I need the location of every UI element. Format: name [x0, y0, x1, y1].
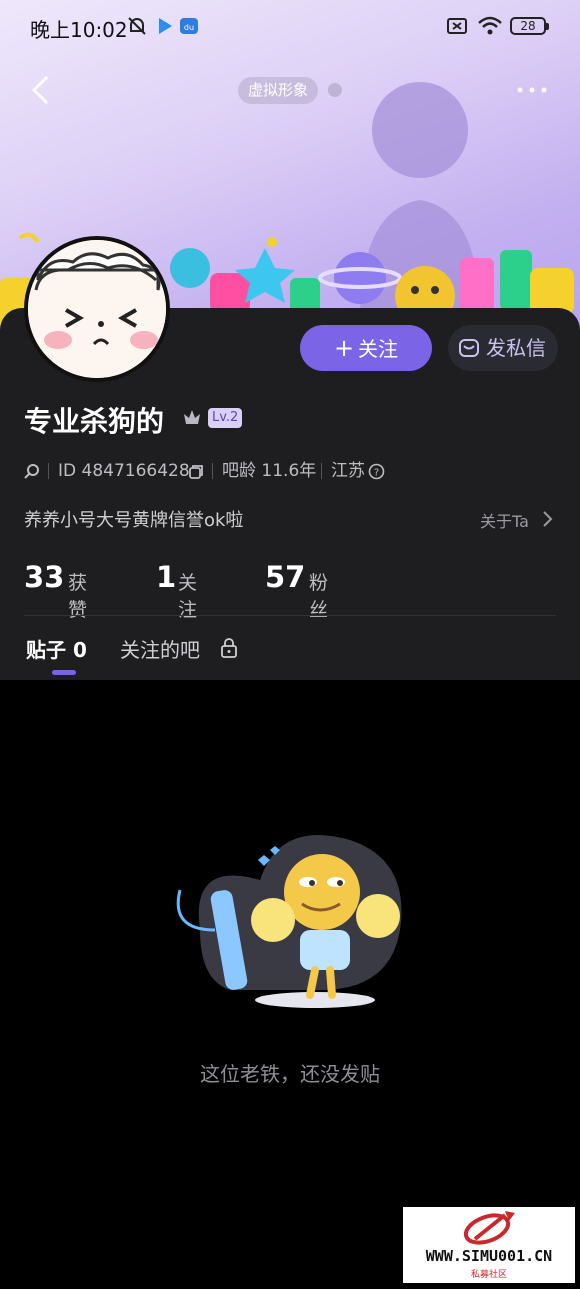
plus-icon: +: [333, 334, 355, 362]
meta-divider: [321, 463, 322, 479]
likes-count: 33: [24, 560, 65, 594]
avatar[interactable]: [24, 236, 170, 382]
section-divider: [24, 615, 556, 616]
lock-icon: [221, 638, 237, 658]
pill-indicator-dot: [328, 83, 342, 97]
play-store-icon: [159, 18, 172, 34]
about-link[interactable]: 关于Ta: [480, 508, 529, 532]
follow-label: 关注: [358, 337, 399, 361]
fans-label[interactable]: 粉丝: [309, 568, 328, 622]
svg-text:?: ?: [374, 468, 379, 479]
fans-count[interactable]: 57: [265, 560, 305, 594]
watermark-subtext: 私募社区: [470, 1270, 507, 1280]
help-icon[interactable]: ?: [368, 463, 385, 480]
meta-divider: [212, 463, 213, 479]
forum-age: 吧龄 11.6年: [222, 461, 317, 481]
more-options-icon[interactable]: [512, 80, 552, 100]
battery-indicator: 28: [510, 17, 549, 35]
follow-button[interactable]: + 关注: [300, 325, 432, 371]
tab-posts[interactable]: 贴子 0: [26, 634, 87, 663]
virtual-avatar-pill[interactable]: 虚拟形象: [238, 77, 319, 104]
level-badge: Lv.2: [208, 408, 243, 428]
crown-badge-icon: [184, 410, 200, 424]
wifi-icon: [478, 16, 502, 35]
watermark-logo: WWW.SIMU001.CN 私募社区: [403, 1207, 575, 1283]
likes-label: 获赞: [68, 572, 88, 621]
app-notification-icon: du: [180, 18, 198, 34]
following-count[interactable]: 1: [156, 560, 176, 594]
watermark-text: WWW.SIMU001.CN: [425, 1247, 553, 1265]
meta-divider: [48, 463, 49, 479]
location: 江苏: [331, 461, 365, 481]
send-message-button[interactable]: 发私信: [448, 325, 558, 371]
bell-muted-icon: [128, 17, 146, 35]
avatar-face-illustration: [28, 240, 166, 378]
status-time: 晚上10:02: [30, 18, 128, 42]
watermark-emblem-icon: [463, 1211, 515, 1245]
empty-state-illustration: [176, 835, 402, 1008]
back-arrow-icon[interactable]: [24, 72, 60, 108]
copy-icon[interactable]: [188, 464, 204, 480]
username: 专业杀狗的: [24, 405, 165, 438]
chevron-right-icon[interactable]: [540, 509, 554, 529]
svg-text:du: du: [184, 23, 194, 32]
send-message-label: 发私信: [486, 336, 546, 360]
empty-state-message: 这位老铁，还没发贴: [200, 1062, 380, 1086]
status-bar: 晚上10:02 du 28: [0, 0, 580, 52]
user-id: ID 4847166428: [58, 461, 190, 481]
search-icon: [24, 464, 39, 479]
tab-followed-forums[interactable]: 关注的吧: [120, 634, 200, 663]
active-tab-indicator: [52, 670, 76, 675]
following-label[interactable]: 关注: [178, 568, 197, 622]
sim-disabled-icon: [447, 18, 467, 34]
bio-text: 养养小号大号黄牌信誉ok啦: [24, 510, 244, 531]
envelope-icon: [459, 339, 479, 357]
